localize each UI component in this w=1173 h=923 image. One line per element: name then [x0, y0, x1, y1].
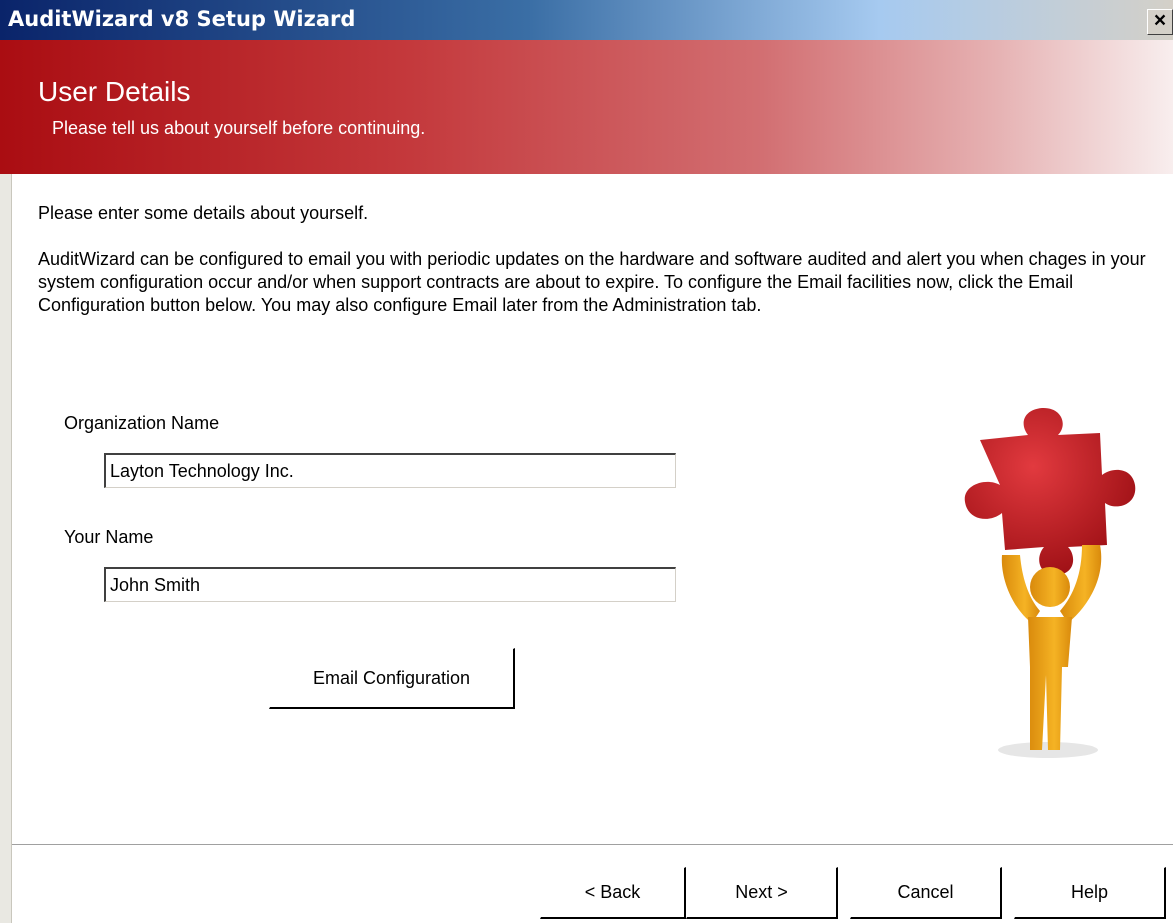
your-name-input[interactable] — [104, 567, 676, 602]
description-text: AuditWizard can be configured to email y… — [38, 249, 1146, 315]
intro-text: Please enter some details about yourself… — [38, 203, 369, 223]
page-subtitle: Please tell us about yourself before con… — [52, 118, 426, 138]
organization-name-input[interactable] — [104, 453, 676, 488]
wizard-header: User Details Please tell us about yourse… — [0, 40, 1173, 174]
close-button[interactable]: × — [1147, 9, 1173, 35]
setup-wizard-window: AuditWizard v8 Setup Wizard × User Detai… — [0, 0, 1173, 923]
left-border — [0, 174, 12, 923]
back-button[interactable]: < Back — [540, 867, 686, 919]
email-configuration-button[interactable]: Email Configuration — [269, 648, 515, 709]
cancel-button[interactable]: Cancel — [850, 867, 1002, 919]
close-icon: × — [1153, 9, 1167, 32]
page-title: User Details — [38, 76, 191, 107]
organization-name-label: Organization Name — [64, 413, 220, 433]
puzzle-person-icon — [964, 407, 1136, 758]
footer-divider — [12, 844, 1173, 846]
title-bar[interactable]: AuditWizard v8 Setup Wizard × — [0, 0, 1173, 40]
help-button[interactable]: Help — [1014, 867, 1166, 919]
your-name-label: Your Name — [64, 527, 154, 547]
next-button[interactable]: Next > — [686, 867, 838, 919]
window-title: AuditWizard v8 Setup Wizard — [8, 7, 356, 31]
